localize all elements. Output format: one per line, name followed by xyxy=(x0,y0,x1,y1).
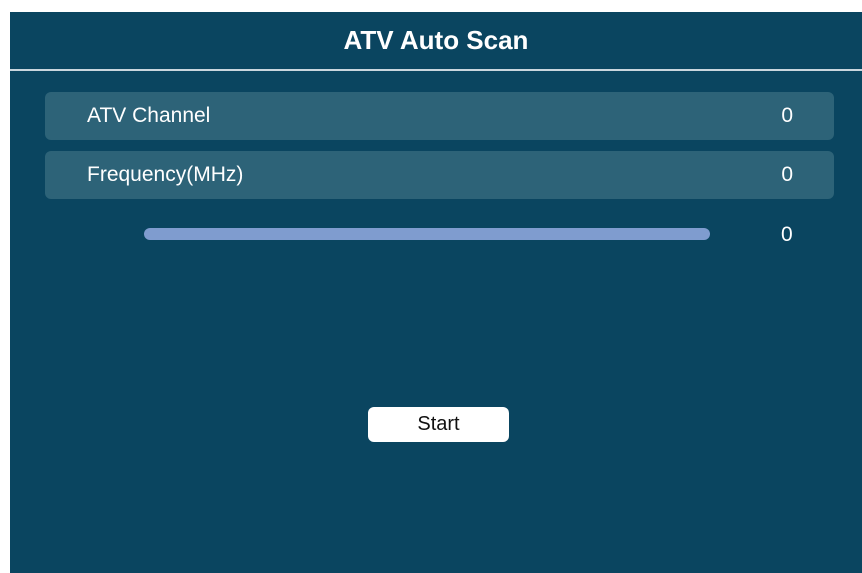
frequency-value: 0 xyxy=(781,163,793,186)
start-button[interactable]: Start xyxy=(368,407,509,442)
atv-channel-label: ATV Channel xyxy=(87,104,211,127)
atv-channel-value: 0 xyxy=(781,104,793,127)
frequency-label: Frequency(MHz) xyxy=(87,163,244,186)
frequency-row: Frequency(MHz) 0 xyxy=(45,151,834,199)
page-title: ATV Auto Scan xyxy=(343,25,529,55)
scan-progress-value: 0 xyxy=(781,223,793,246)
atv-auto-scan-screen: ATV Auto Scan ATV Channel 0 Frequency(MH… xyxy=(10,12,862,573)
scan-progress-bar xyxy=(144,228,710,240)
atv-channel-row: ATV Channel 0 xyxy=(45,92,834,140)
title-divider xyxy=(10,69,862,71)
